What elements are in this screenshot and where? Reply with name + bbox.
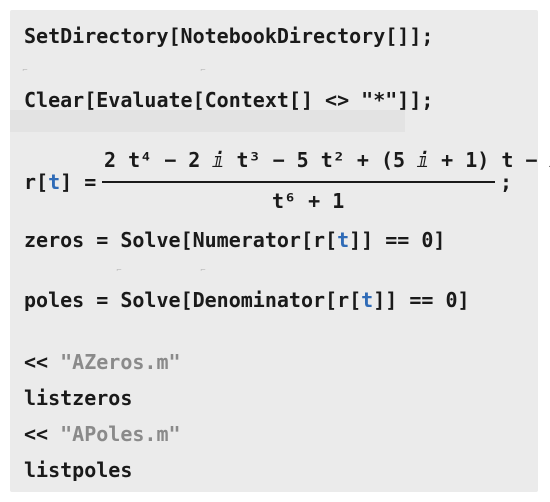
cell-r-definition[interactable]: r[t] = bbox=[24, 170, 96, 194]
poles-var: t bbox=[361, 288, 374, 312]
get-poles-file: "APoles.m" bbox=[60, 422, 181, 446]
cell-listpoles[interactable]: listpoles bbox=[24, 458, 132, 482]
cell-set-directory[interactable]: SetDirectory[NotebookDirectory[]]; bbox=[24, 24, 433, 48]
listzeros-code: listzeros bbox=[24, 386, 133, 410]
cell-listzeros[interactable]: listzeros bbox=[24, 386, 132, 410]
cell-get-poles[interactable]: << "APoles.m" bbox=[24, 422, 181, 446]
set-directory-code: SetDirectory[NotebookDirectory[]]; bbox=[24, 24, 434, 48]
cell-marker: ⌐ bbox=[116, 266, 122, 274]
r-def-prefix: r[ bbox=[24, 170, 49, 194]
denominator: t⁶ + 1 bbox=[272, 189, 345, 213]
numerator: 2 t⁴ − 2 ⅈ t³ − 5 t² + (5 ⅈ + 1) t − ⅈ bbox=[104, 148, 550, 172]
cell-marker: ⌐ bbox=[200, 66, 206, 74]
poles-prefix: poles = Solve[Denominator[r[ bbox=[24, 288, 362, 312]
zeros-suffix: ]] == 0] bbox=[349, 228, 446, 252]
cell-marker: ⌐ bbox=[200, 266, 206, 274]
get-operator: << bbox=[24, 422, 61, 446]
fraction-bar bbox=[102, 181, 495, 183]
poles-suffix: ]] == 0] bbox=[373, 288, 470, 312]
cell-get-zeros[interactable]: << "AZeros.m" bbox=[24, 350, 181, 374]
get-zeros-file: "AZeros.m" bbox=[60, 350, 181, 374]
zeros-var: t bbox=[337, 228, 350, 252]
cell-poles[interactable]: poles = Solve[Denominator[r[t]] == 0] bbox=[24, 288, 470, 312]
semicolon: ; bbox=[500, 170, 513, 194]
clear-code: Clear[Evaluate[Context[] <> "*"]]; bbox=[24, 88, 434, 112]
cell-clear[interactable]: Clear[Evaluate[Context[] <> "*"]]; bbox=[24, 88, 433, 112]
listpoles-code: listpoles bbox=[24, 458, 133, 482]
get-operator: << bbox=[24, 350, 61, 374]
cell-band bbox=[10, 110, 405, 132]
zeros-prefix: zeros = Solve[Numerator[r[ bbox=[24, 228, 338, 252]
r-def-suffix: ] = bbox=[60, 170, 97, 194]
r-def-var: t bbox=[48, 170, 61, 194]
cell-zeros[interactable]: zeros = Solve[Numerator[r[t]] == 0] bbox=[24, 228, 445, 252]
cell-marker: ⌐ bbox=[22, 66, 28, 74]
